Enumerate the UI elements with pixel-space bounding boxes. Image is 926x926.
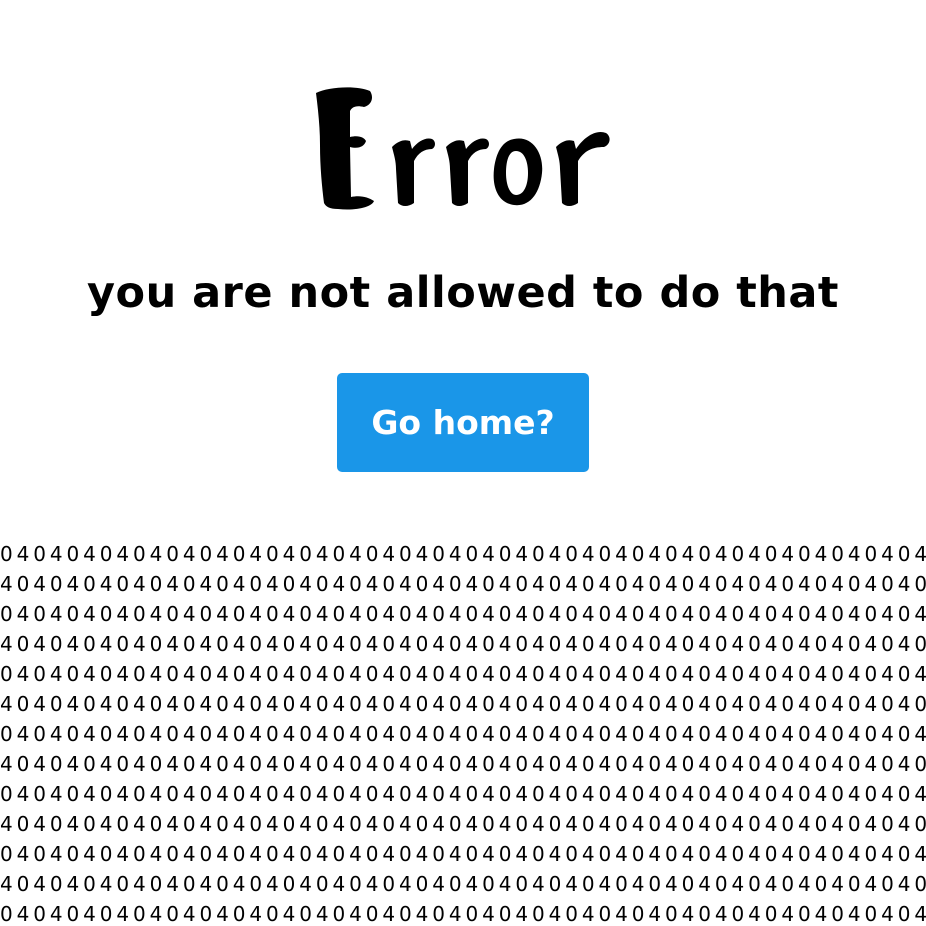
go-home-button[interactable]: Go home? [337,373,589,472]
pattern-row: 4040404040404040404040404040404040404040… [0,572,926,596]
404-pattern: 0404040404040404040404040404040404040404… [0,539,926,926]
error-message: you are not allowed to do that [87,268,839,318]
pattern-row: 4040404040404040404040404040404040404040… [0,632,926,656]
pattern-row: 0404040404040404040404040404040404040404… [0,602,926,626]
pattern-row: 0404040404040404040404040404040404040404… [0,782,926,806]
pattern-row: 0404040404040404040404040404040404040404… [0,722,926,746]
pattern-row: 4040404040404040404040404040404040404040… [0,872,926,896]
error-logo-image [316,87,610,210]
pattern-row: 4040404040404040404040404040404040404040… [0,812,926,836]
pattern-row: 0404040404040404040404040404040404040404… [0,842,926,866]
pattern-row: 4040404040404040404040404040404040404040… [0,752,926,776]
error-logo [0,70,926,230]
error-page: you are not allowed to do that Go home? … [0,0,926,926]
pattern-row: 0404040404040404040404040404040404040404… [0,542,926,566]
pattern-row: 0404040404040404040404040404040404040404… [0,902,926,926]
pattern-row: 4040404040404040404040404040404040404040… [0,692,926,716]
pattern-row: 0404040404040404040404040404040404040404… [0,662,926,686]
